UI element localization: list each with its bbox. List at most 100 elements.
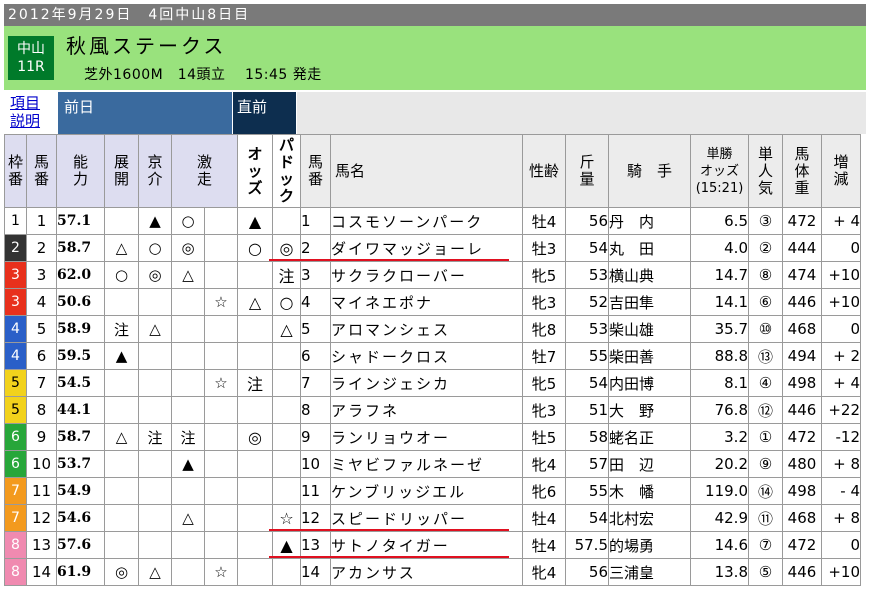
date-line: 2012年9月29日 4回中山8日目	[4, 4, 866, 26]
cell-umaban2: 10	[300, 450, 331, 478]
just-before-header: 直前	[233, 92, 296, 134]
cell-odds	[237, 261, 273, 289]
cell-umaban: 8	[26, 396, 57, 424]
col-odds: オッズ	[237, 134, 273, 208]
cell-change: 0	[821, 315, 861, 343]
col-waku: 枠番	[4, 134, 27, 208]
cell-win: 4.0	[690, 234, 749, 262]
header-label-ninki: 単人気	[757, 144, 773, 197]
cell-sexage: 牡4	[522, 207, 566, 235]
header-label-odds: オッズ	[247, 144, 263, 197]
cell-umaban: 14	[26, 558, 57, 586]
col-umaban2: 馬番	[300, 134, 331, 208]
cell-paddock	[272, 558, 301, 586]
cell-waku: 1	[4, 207, 27, 235]
cell-umaban2: 13	[300, 531, 331, 559]
cell-kinryo: 56	[565, 207, 609, 235]
cell-ninki: ②	[748, 234, 783, 262]
cell-waku: 6	[4, 423, 27, 451]
cell-kyosuke	[138, 342, 172, 370]
cell-noryoku: 44.1	[56, 396, 105, 424]
cell-gekiso: △	[171, 261, 205, 289]
cell-gekiso	[171, 531, 205, 559]
cell-paddock	[272, 342, 301, 370]
header-label-noryoku: 能力	[72, 153, 88, 188]
cell-sexage: 牝6	[522, 477, 566, 505]
table-row: 4 5 58.9 注 △ △ 5 アロマンシェス 牝8 53 柴山雄 35.7 ⑩ 468 0	[4, 315, 861, 343]
venue-badge: 中山 11R	[8, 36, 54, 80]
cell-g2	[204, 450, 238, 478]
cell-weight: 468	[782, 504, 822, 532]
help-link[interactable]: 項目 説明	[4, 92, 56, 130]
cell-ninki: ③	[748, 207, 783, 235]
highlight-underline	[268, 528, 509, 531]
col-sexage: 性齢	[522, 134, 566, 208]
table-row: 2 2 58.7 △ ○ ◎ ○ ◎ 2 ダイワマッジョーレ 牡3 54 丸 田 4.0 ② 444 0	[4, 234, 861, 262]
cell-odds: ◎	[237, 423, 273, 451]
cell-kinryo: 54	[565, 504, 609, 532]
cell-gekiso: ◎	[171, 234, 205, 262]
header-label-waku: 枠番	[7, 153, 23, 188]
cell-waku: 4	[4, 315, 27, 343]
cell-waku: 4	[4, 342, 27, 370]
cell-weight: 498	[782, 477, 822, 505]
cell-ninki: ⑭	[748, 477, 783, 505]
header-label-weight: 馬体重	[794, 144, 810, 197]
cell-win: 88.8	[690, 342, 749, 370]
cell-kyosuke	[138, 288, 172, 316]
cell-waku: 8	[4, 558, 27, 586]
cell-kinryo: 55	[565, 477, 609, 505]
cell-noryoku: 61.9	[56, 558, 105, 586]
cell-umaban: 4	[26, 288, 57, 316]
cell-jockey: 丹 内	[608, 207, 691, 235]
cell-noryoku: 53.7	[56, 450, 105, 478]
cell-kyosuke: △	[138, 558, 172, 586]
cell-gekiso	[171, 369, 205, 397]
cell-umaban2: 14	[300, 558, 331, 586]
cell-ninki: ⑨	[748, 450, 783, 478]
cell-kinryo: 53	[565, 315, 609, 343]
cell-umaban: 6	[26, 342, 57, 370]
cell-odds	[237, 396, 273, 424]
cell-win: 14.7	[690, 261, 749, 289]
header-label-gekiso: 激走	[196, 153, 212, 188]
cell-win: 35.7	[690, 315, 749, 343]
cell-kinryo: 56	[565, 558, 609, 586]
col-kyosuke: 京介	[138, 134, 172, 208]
cell-waku: 6	[4, 450, 27, 478]
table-row: 3 4 50.6 ☆ △ ○ 4 マイネエポナ 牝3 52 吉田隼 14.1 ⑥ 446 +10	[4, 288, 861, 316]
cell-paddock: ◎	[272, 234, 301, 262]
cell-sexage: 牝4	[522, 558, 566, 586]
cell-tenkai	[104, 450, 139, 478]
cell-horse: アロマンシェス	[330, 315, 523, 343]
prev-day-header: 前日	[58, 92, 232, 134]
cell-gekiso	[171, 342, 205, 370]
cell-paddock: △	[272, 315, 301, 343]
cell-tenkai: 注	[104, 315, 139, 343]
cell-weight: 472	[782, 531, 822, 559]
cell-waku: 8	[4, 531, 27, 559]
cell-umaban: 13	[26, 531, 57, 559]
cell-horse: マイネエポナ	[330, 288, 523, 316]
cell-change: - 4	[821, 477, 861, 505]
cell-tenkai	[104, 288, 139, 316]
cell-jockey: 柴山雄	[608, 315, 691, 343]
cell-odds	[237, 558, 273, 586]
col-noryoku: 能力	[56, 134, 105, 208]
cell-kinryo: 52	[565, 288, 609, 316]
cell-weight: 446	[782, 396, 822, 424]
header-label-tenkai: 展開	[113, 153, 129, 188]
cell-win: 3.2	[690, 423, 749, 451]
cell-waku: 2	[4, 234, 27, 262]
cell-tenkai: △	[104, 423, 139, 451]
cell-umaban: 1	[26, 207, 57, 235]
highlight-underline	[268, 258, 509, 261]
cell-sexage: 牝4	[522, 450, 566, 478]
cell-gekiso: ○	[171, 207, 205, 235]
cell-sexage: 牝5	[522, 369, 566, 397]
cell-kinryo: 51	[565, 396, 609, 424]
cell-horse: サトノタイガー	[330, 531, 523, 559]
cell-g2	[204, 261, 238, 289]
cell-win: 42.9	[690, 504, 749, 532]
table-row: 5 7 54.5 ☆ 注 7 ラインジェシカ 牝5 54 内田博 8.1 ④ 498 + 4	[4, 369, 861, 397]
